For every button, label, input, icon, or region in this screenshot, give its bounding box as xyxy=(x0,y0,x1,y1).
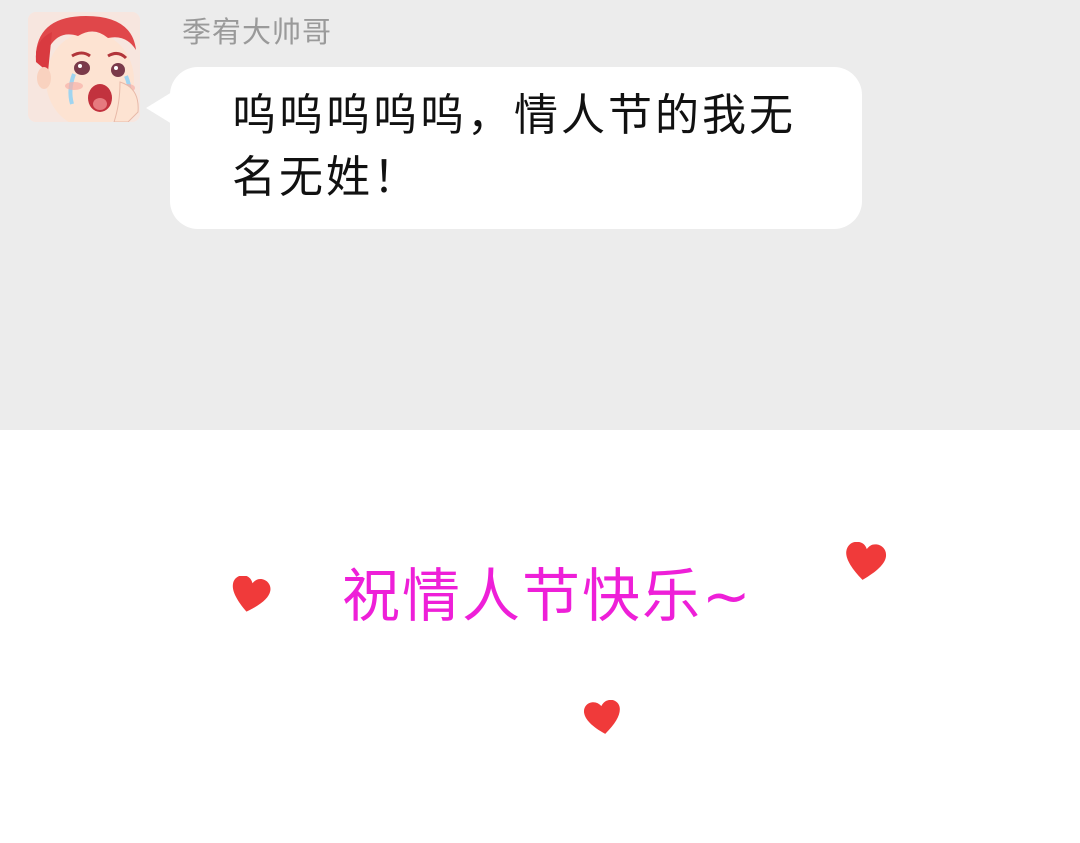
crying-boy-avatar-icon xyxy=(28,12,140,122)
chat-area: 季宥大帅哥 呜呜呜呜呜，情人节的我无名无姓！ xyxy=(0,0,1080,430)
sender-name: 季宥大帅哥 xyxy=(182,15,333,49)
greeting-text: 祝情人节快乐~ xyxy=(342,562,753,630)
heart-icon xyxy=(583,700,620,734)
avatar[interactable] xyxy=(28,12,140,122)
message-bubble[interactable]: 呜呜呜呜呜，情人节的我无名无姓！ xyxy=(170,67,862,229)
bubble-tail xyxy=(146,92,172,124)
heart-icon xyxy=(232,576,271,612)
message-text: 呜呜呜呜呜，情人节的我无名无姓！ xyxy=(232,90,796,203)
heart-icon xyxy=(846,542,887,580)
